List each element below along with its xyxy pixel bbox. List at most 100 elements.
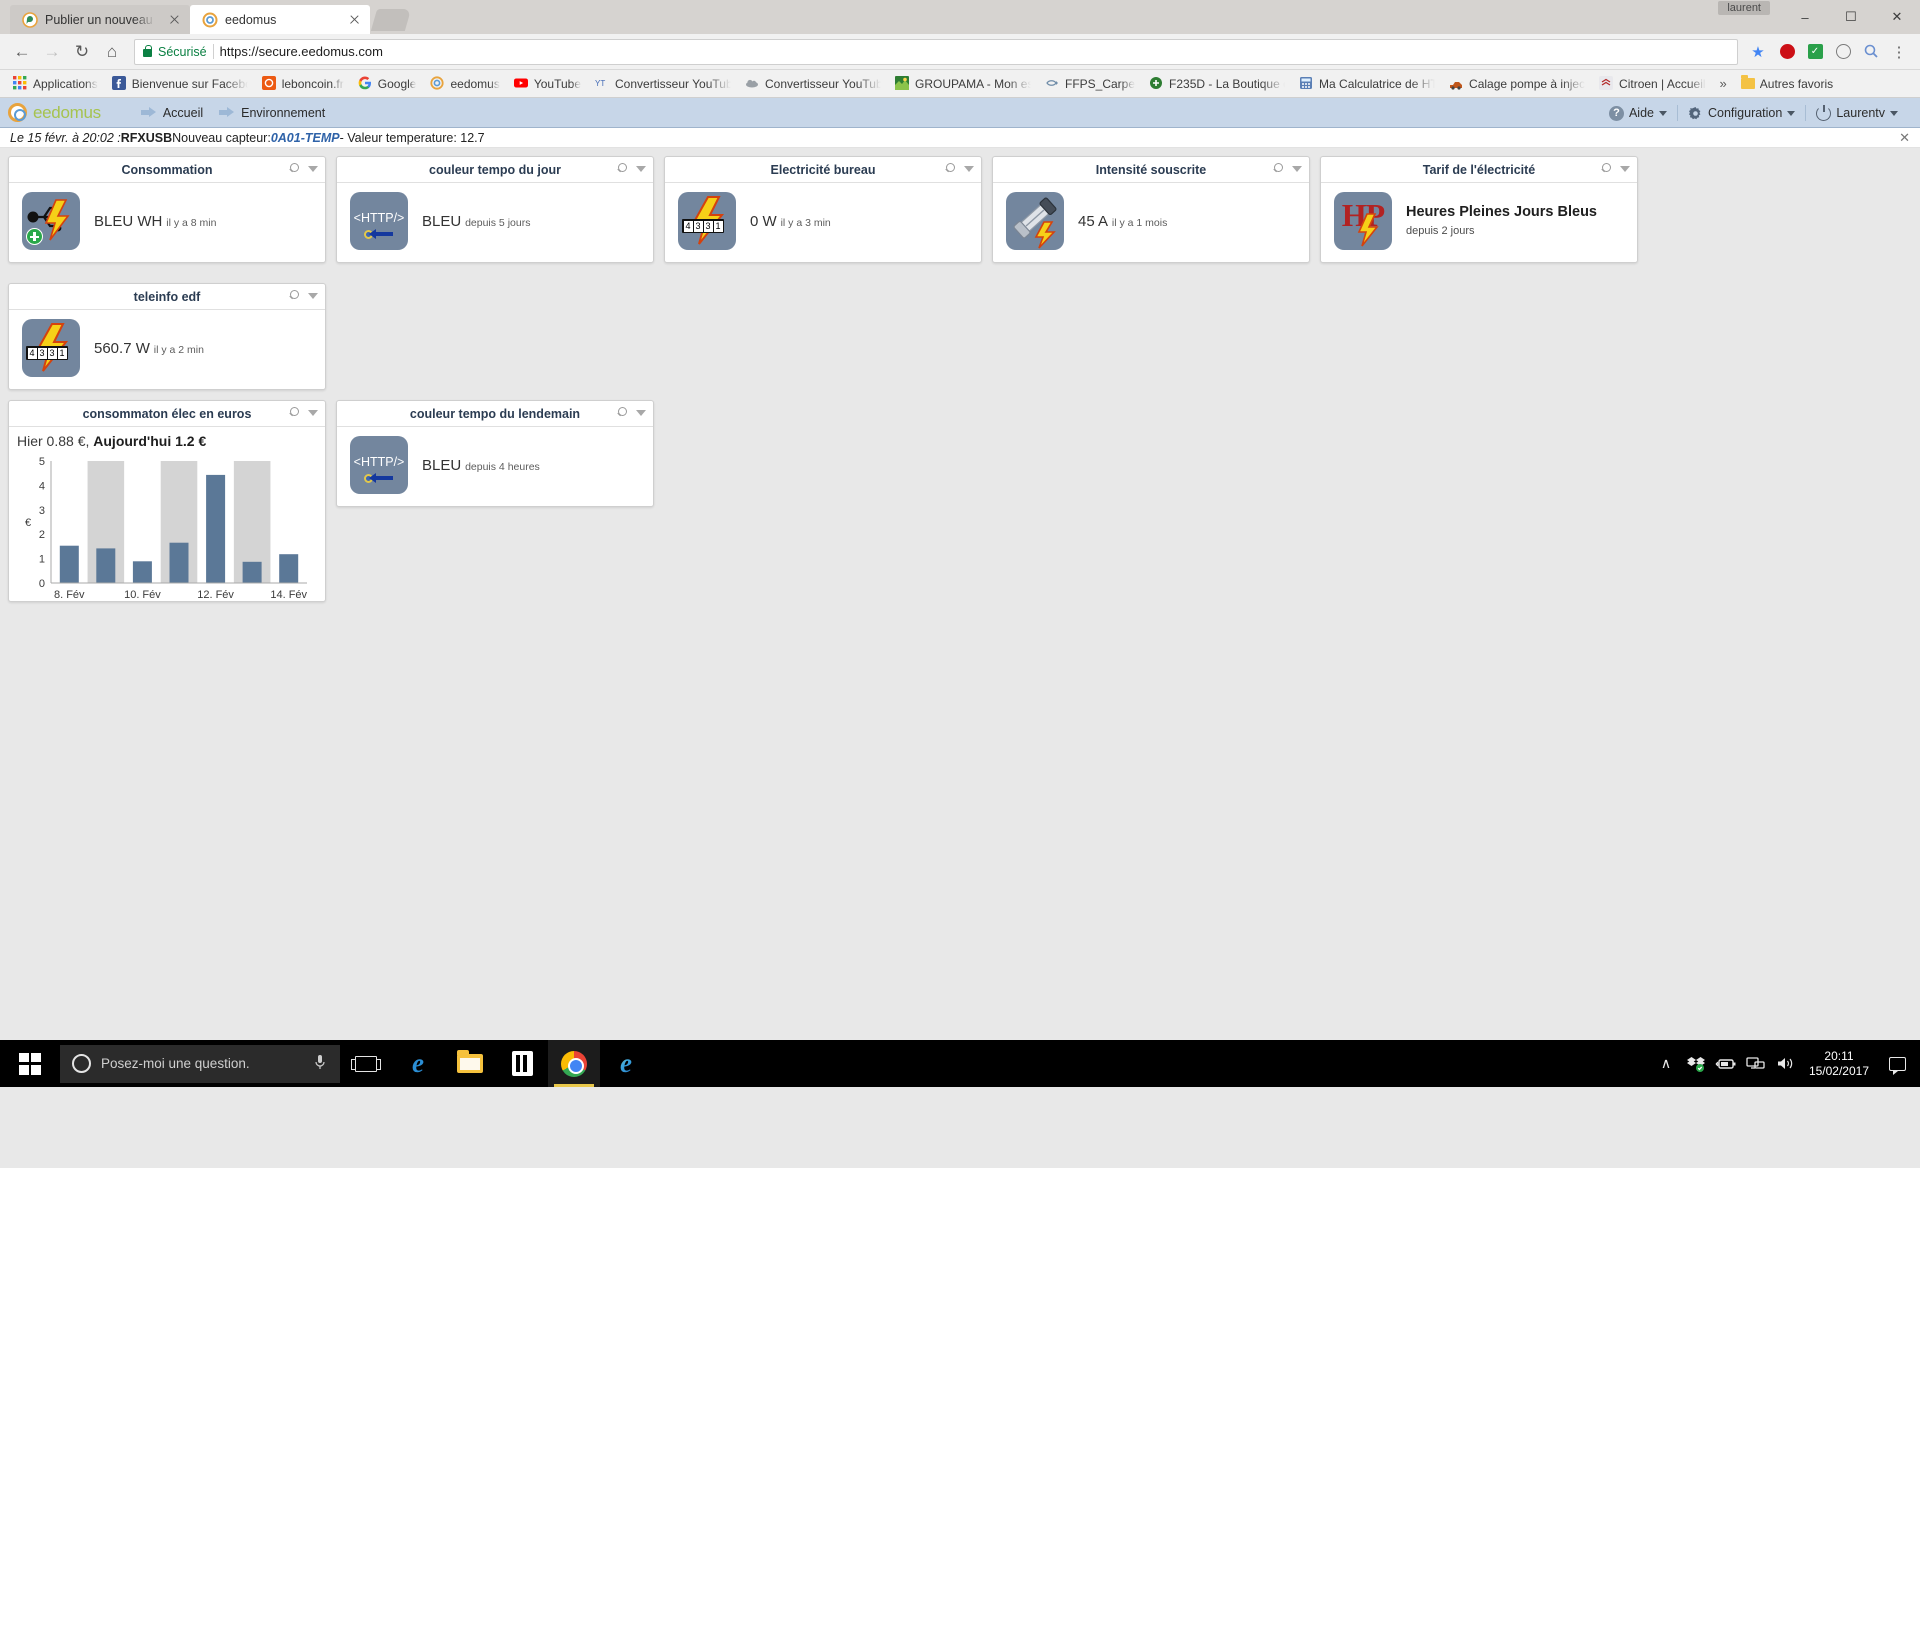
close-icon[interactable] [166, 12, 182, 28]
extension-green-icon[interactable]: ✓ [1802, 39, 1828, 65]
chevron-down-icon [1890, 110, 1898, 116]
bookmark-folder-autres-favoris[interactable]: Autres favoris [1734, 75, 1840, 93]
chevron-down-icon[interactable] [1292, 165, 1302, 172]
widget-consommation-chart[interactable]: consommaton élec en euros Hier 0.88 €, A… [8, 400, 326, 602]
bookmark-calage-pompe[interactable]: Calage pompe à injec [1442, 74, 1592, 93]
electric-meter-icon[interactable]: 4 3 3 1 [678, 192, 736, 250]
browser-tab-forum[interactable]: Publier un nouveau sujet [10, 5, 190, 34]
bookmark-google[interactable]: Google [351, 74, 424, 93]
internet-explorer-icon[interactable]: e [600, 1040, 652, 1087]
chevron-down-icon[interactable] [636, 165, 646, 172]
edge-icon[interactable]: e [392, 1040, 444, 1087]
file-explorer-icon[interactable] [444, 1040, 496, 1087]
battery-icon[interactable] [1711, 1040, 1741, 1087]
bookmark-youtube[interactable]: YouTube [507, 74, 588, 93]
volume-icon[interactable] [1771, 1040, 1801, 1087]
notifications-icon[interactable] [1889, 1056, 1906, 1075]
meter-digit: 4 [27, 347, 37, 359]
http-device-icon[interactable]: <HTTP/> [350, 192, 408, 250]
usb-device-icon[interactable] [22, 192, 80, 250]
task-view-icon[interactable] [340, 1040, 392, 1087]
close-icon[interactable] [346, 12, 362, 28]
bookmark-calculatrice[interactable]: Ma Calculatrice de HT [1292, 74, 1442, 93]
bookmark-citroen[interactable]: Citroen | Accueil [1592, 74, 1713, 93]
minimize-button[interactable]: – [1782, 0, 1828, 34]
nav-item-accueil[interactable]: Accueil [140, 106, 203, 120]
search-placeholder: Posez-moi une question. [101, 1056, 250, 1071]
close-icon[interactable]: ✕ [1899, 130, 1910, 146]
hp-tariff-icon[interactable]: HP [1334, 192, 1392, 250]
bookmark-convertisseur-youtube-2[interactable]: Convertisseur YouTub [738, 74, 888, 93]
home-icon[interactable]: ⌂ [98, 38, 126, 66]
search-extension-icon[interactable] [1858, 39, 1884, 65]
widget-timestamp: depuis 5 jours [465, 216, 531, 229]
close-window-button[interactable]: ✕ [1874, 0, 1920, 34]
bookmark-ffps-carpe[interactable]: FFPS_Carpe [1038, 74, 1142, 93]
widget-intensite-souscrite[interactable]: Intensité souscrite 45 A il y a 1 mois [992, 156, 1310, 263]
window-controls: – ☐ ✕ [1782, 0, 1920, 34]
menu-aide[interactable]: ? Aide [1599, 105, 1677, 121]
bookmark-eedomus[interactable]: eedomus [423, 74, 506, 93]
widget-couleur-tempo-jour[interactable]: couleur tempo du jour <HTTP/> BLEU depui… [336, 156, 654, 263]
magnifier-icon[interactable] [617, 163, 628, 174]
widget-teleinfo-edf[interactable]: teleinfo edf 4 3 3 1 560.7 W il y a 2 mi… [8, 283, 326, 390]
chevron-down-icon[interactable] [964, 165, 974, 172]
fuse-icon[interactable] [1006, 192, 1064, 250]
magnifier-icon[interactable] [289, 163, 300, 174]
magnifier-icon[interactable] [289, 407, 300, 418]
maximize-button[interactable]: ☐ [1828, 0, 1874, 34]
back-icon[interactable]: ← [8, 38, 36, 66]
menu-user[interactable]: Laurentv [1806, 104, 1908, 121]
magnifier-icon[interactable] [617, 407, 628, 418]
bookmarks-overflow-button[interactable]: » [1713, 76, 1734, 91]
cortana-search-box[interactable]: Posez-moi une question. [60, 1044, 340, 1083]
nav-item-environnement[interactable]: Environnement [219, 106, 325, 120]
magnifier-icon[interactable] [1273, 163, 1284, 174]
start-button[interactable] [0, 1040, 60, 1087]
chrome-icon[interactable] [548, 1040, 600, 1087]
reload-icon[interactable]: ↻ [68, 38, 96, 66]
network-icon[interactable] [1741, 1040, 1771, 1087]
widget-consommation[interactable]: Consommation BLEU WH il y a 8 min [8, 156, 326, 263]
magnifier-icon[interactable] [289, 290, 300, 301]
arrow-left-icon [369, 229, 393, 239]
widget-value: BLEU [422, 212, 462, 230]
chevron-down-icon[interactable] [308, 292, 318, 299]
profile-chip[interactable]: laurent [1718, 1, 1770, 15]
chevron-down-icon[interactable] [636, 409, 646, 416]
chevron-down-icon[interactable] [1620, 165, 1630, 172]
bookmark-f235d-boutique[interactable]: F235D - La Boutique d [1142, 74, 1292, 93]
widget-value-block: BLEU depuis 5 jours [422, 211, 530, 232]
notification-sensor-link[interactable]: 0A01-TEMP [271, 131, 340, 145]
dropbox-icon[interactable] [1681, 1040, 1711, 1087]
electric-meter-icon[interactable]: 4 3 3 1 [22, 319, 80, 377]
extension-circle-icon[interactable] [1830, 39, 1856, 65]
address-bar[interactable]: Sécurisé https://secure.eedomus.com [134, 38, 1738, 65]
http-device-icon[interactable]: <HTTP/> [350, 436, 408, 494]
magnifier-icon[interactable] [1601, 163, 1612, 174]
bookmark-facebook[interactable]: Bienvenue sur Facebo [105, 74, 255, 93]
bookmark-groupama[interactable]: GROUPAMA - Mon es [888, 74, 1038, 93]
chevron-down-icon[interactable] [308, 165, 318, 172]
bookmark-leboncoin[interactable]: leboncoin.fr [255, 74, 351, 93]
browser-tab-eedomus[interactable]: eedomus [190, 5, 370, 34]
widget-electricite-bureau[interactable]: Electricité bureau 4 3 3 1 0 W il y a 3 … [664, 156, 982, 263]
forward-icon[interactable]: → [38, 38, 66, 66]
opera-extension-icon[interactable] [1774, 39, 1800, 65]
menu-configuration[interactable]: Configuration [1678, 106, 1805, 121]
widget-tarif-electricite[interactable]: Tarif de l'électricité HP Heures Pleines… [1320, 156, 1638, 263]
microphone-icon[interactable] [314, 1054, 326, 1073]
bookmark-star-icon[interactable]: ★ [1746, 39, 1772, 65]
chrome-menu-icon[interactable]: ⋮ [1886, 39, 1912, 65]
widget-couleur-tempo-lendemain[interactable]: couleur tempo du lendemain <HTTP/> BLEU … [336, 400, 654, 507]
show-hidden-icons[interactable]: ∧ [1651, 1040, 1681, 1087]
store-icon[interactable] [496, 1040, 548, 1087]
bookmark-convertisseur-youtube-1[interactable]: YT Convertisseur YouTub [588, 74, 738, 93]
new-tab-button[interactable] [370, 9, 412, 31]
widget-value: 0 W [750, 212, 777, 230]
taskbar-clock[interactable]: 20:11 15/02/2017 [1801, 1049, 1883, 1079]
magnifier-icon[interactable] [945, 163, 956, 174]
widget-title: Intensité souscrite [1095, 162, 1207, 177]
chevron-down-icon[interactable] [308, 409, 318, 416]
bookmark-applications[interactable]: Applications [6, 74, 105, 93]
